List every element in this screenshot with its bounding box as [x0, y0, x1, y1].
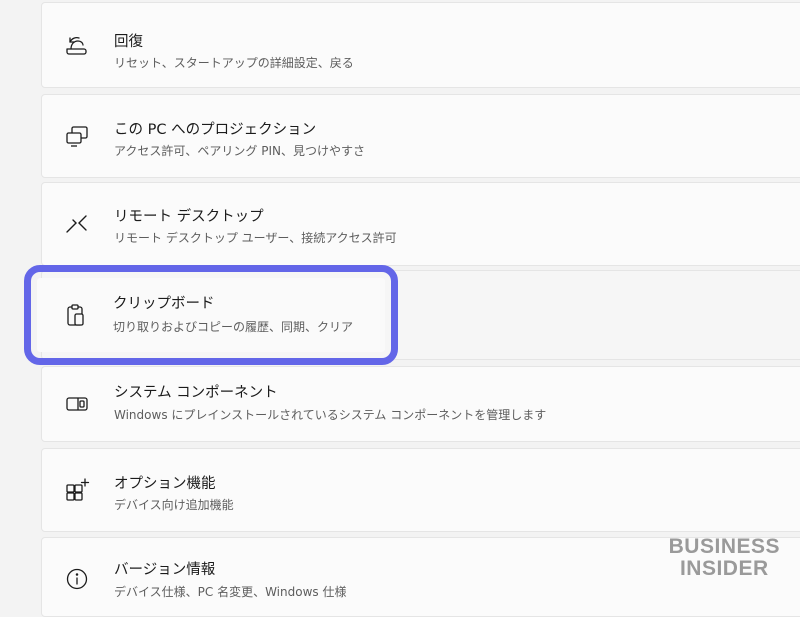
settings-item-description: デバイス仕様、PC 名変更、Windows 仕様: [114, 585, 347, 599]
settings-item-description: リセット、スタートアップの詳細設定、戻る: [114, 56, 354, 70]
remote-desktop-icon: [64, 211, 90, 237]
business-insider-watermark: BUSINESS INSIDER: [669, 536, 780, 580]
settings-item-description: 切り取りおよびコピーの履歴、同期、クリア: [113, 320, 354, 334]
settings-item-recovery[interactable]: 回復 リセット、スタートアップの詳細設定、戻る: [41, 2, 800, 88]
settings-item-system-components[interactable]: システム コンポーネント Windows にプレインストールされているシステム …: [41, 366, 800, 442]
settings-item-remote-desktop[interactable]: リモート デスクトップ リモート デスクトップ ユーザー、接続アクセス許可: [41, 182, 800, 266]
watermark-line1: BUSINESS: [668, 535, 780, 558]
settings-item-clipboard[interactable]: クリップボード 切り取りおよびコピーの履歴、同期、クリア: [37, 278, 385, 352]
settings-item-description: リモート デスクトップ ユーザー、接続アクセス許可: [114, 231, 397, 245]
settings-item-title: システム コンポーネント: [114, 385, 278, 401]
settings-item-description: デバイス向け追加機能: [114, 498, 234, 512]
settings-item-description: アクセス許可、ペアリング PIN、見つけやすさ: [114, 144, 365, 158]
settings-item-description: Windows にプレインストールされているシステム コンポーネントを管理します: [114, 408, 547, 422]
watermark-line2: INSIDER: [679, 557, 769, 580]
recovery-icon: [64, 32, 90, 58]
settings-item-title: 回復: [114, 34, 143, 50]
project-to-pc-icon: [64, 123, 90, 149]
settings-item-title: バージョン情報: [114, 562, 216, 578]
settings-item-title: クリップボード: [113, 296, 215, 312]
settings-item-projecting-to-pc[interactable]: この PC へのプロジェクション アクセス許可、ペアリング PIN、見つけやすさ: [41, 94, 800, 178]
clipboard-icon: [63, 302, 89, 328]
settings-item-optional-features[interactable]: オプション機能 デバイス向け追加機能: [41, 448, 800, 532]
settings-item-title: リモート デスクトップ: [114, 209, 264, 225]
optional-features-icon: [64, 477, 90, 503]
system-components-icon: [64, 391, 90, 417]
settings-item-title: この PC へのプロジェクション: [114, 122, 317, 138]
settings-item-title: オプション機能: [114, 476, 216, 492]
about-info-icon: [64, 566, 90, 592]
